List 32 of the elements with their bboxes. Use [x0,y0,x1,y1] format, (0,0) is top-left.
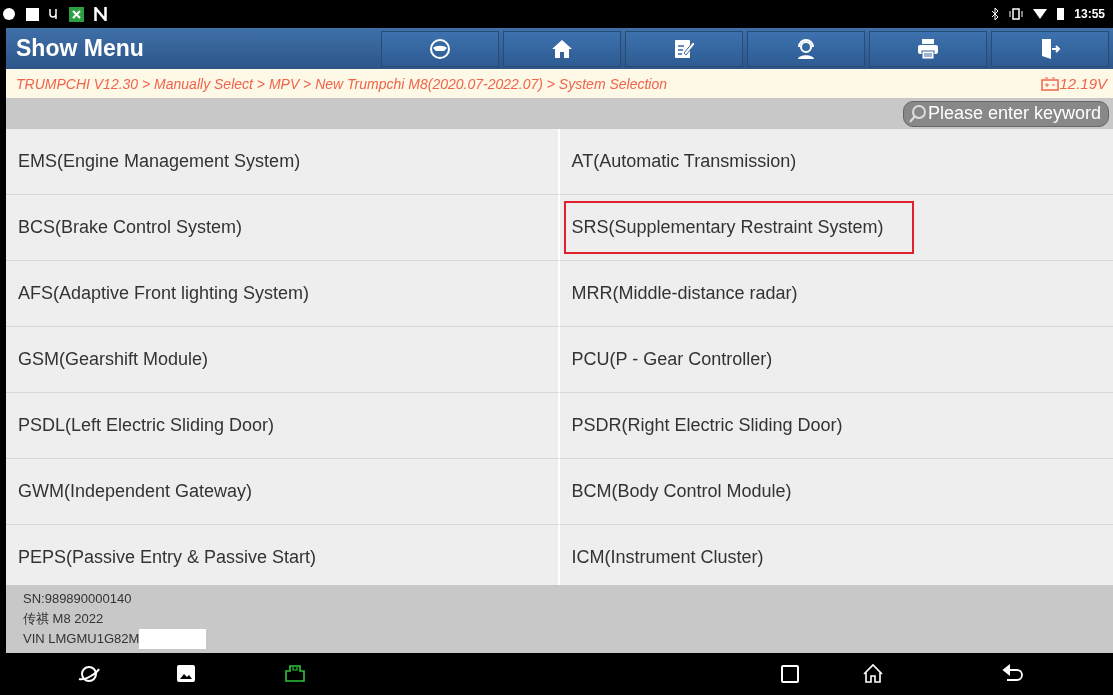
clock: 13:55 [1074,7,1105,21]
app-notification-icon [2,7,16,21]
page-title: Show Menu [15,35,145,62]
system-menu-item[interactable]: GSM(Gearshift Module) [6,327,560,393]
system-menu-item[interactable]: AFS(Adaptive Front lighting System) [6,261,560,327]
image-icon [26,7,39,21]
system-menu-item[interactable]: BCS(Brake Control System) [6,195,560,261]
app-badge-icon [69,6,84,22]
steering-wheel-button[interactable] [381,30,499,67]
system-menu-item[interactable]: EMS(Engine Management System) [6,129,560,195]
bluetooth-icon [991,7,1000,21]
breadcrumb-path: TRUMPCHI V12.30 > Manually Select > MPV > New Trumpchi M8(2020.07-2022.07) > System Selection [16,75,669,92]
redaction-block [139,629,207,649]
system-menu-item[interactable]: GWM(Independent Gateway) [6,459,560,525]
system-menu-item[interactable]: PSDL(Left Electric Sliding Door) [6,393,560,459]
support-agent-button[interactable] [747,30,865,67]
n-logo-icon [94,7,107,21]
printer-icon [916,36,940,61]
search-icon [908,103,928,124]
serial-number: SN:989890000140 [23,590,133,608]
home-button[interactable] [503,30,621,67]
steering-wheel-icon [428,36,452,61]
printer-button[interactable] [869,30,987,67]
battery-voltage: 12.19V [1059,75,1107,92]
battery-icon [1041,76,1060,91]
vibrate-icon [1009,8,1024,20]
vehicle-model: 传祺 M8 2022 [23,610,105,628]
vin-number: VIN LMGMU1G82M [23,630,140,648]
search-field[interactable]: Please enter keyword [903,100,1109,127]
edit-button[interactable] [625,30,743,67]
exit-door-button[interactable] [991,30,1109,67]
wifi-icon [1033,9,1048,19]
